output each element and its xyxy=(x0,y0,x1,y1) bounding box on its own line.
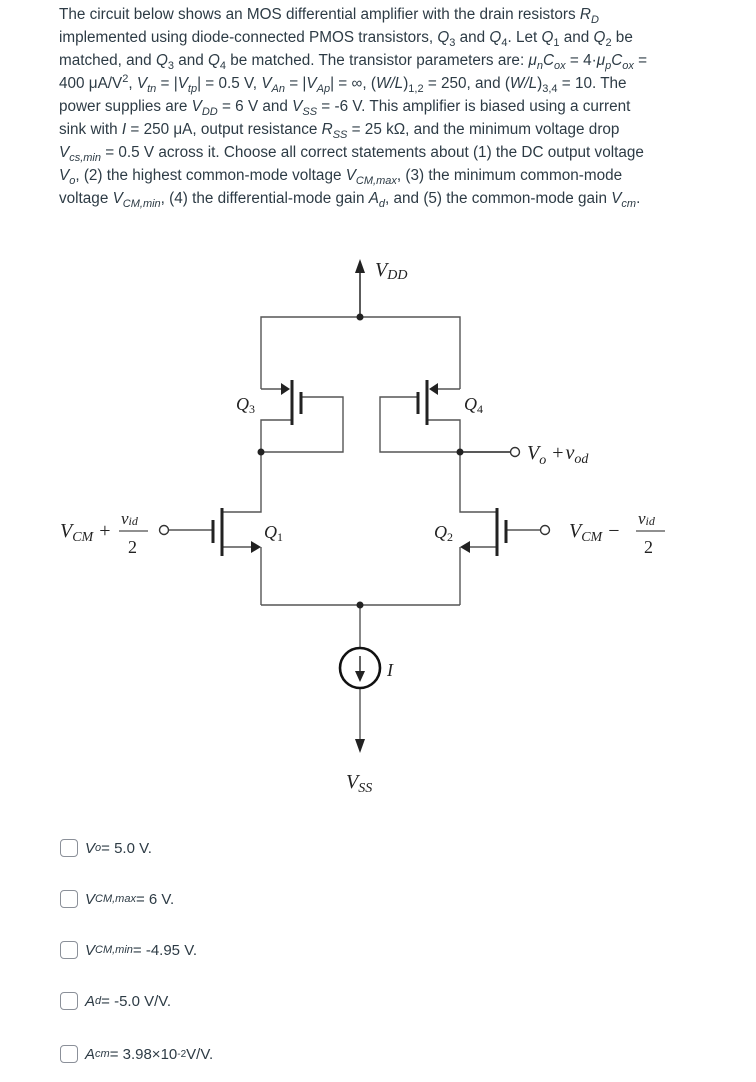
q4-drain-wire xyxy=(427,419,461,452)
q3-label: Q3 xyxy=(236,394,255,416)
vdd-label: VDD xyxy=(375,259,407,283)
input-terminal-right xyxy=(539,524,551,536)
junction-dot xyxy=(456,448,464,456)
vss-label: VSS xyxy=(346,771,372,796)
option-ad[interactable]: Ad = -5.0 V/V. xyxy=(60,992,171,1010)
q4-source-arrow-icon xyxy=(429,383,438,395)
junction-dot xyxy=(257,448,265,456)
q1-drain-wire xyxy=(222,452,262,513)
q2-drain-wire xyxy=(459,452,497,513)
vdd-rail xyxy=(260,316,461,389)
q4-label: Q4 xyxy=(464,394,483,416)
option-acm[interactable]: Acm = 3.98×10 -2 V/V. xyxy=(60,1045,213,1063)
option-vo[interactable]: Vo = 5.0 V. xyxy=(60,839,152,857)
output-terminal xyxy=(509,446,521,458)
option-vcm-min[interactable]: V CM,min = -4.95 V. xyxy=(60,941,197,959)
q2-label: Q2 xyxy=(434,522,453,544)
checkbox[interactable] xyxy=(60,992,78,1010)
checkbox[interactable] xyxy=(60,941,78,959)
checkbox[interactable] xyxy=(60,890,78,908)
q4-gate-wire xyxy=(379,396,460,453)
input-right-label: VCM − xyxy=(569,520,620,545)
vdd-arrow-icon xyxy=(355,259,365,273)
q3-source-arrow-icon xyxy=(281,383,290,395)
input-right-vid: vid xyxy=(638,509,656,528)
input-right-den: 2 xyxy=(644,537,653,557)
junction-dot xyxy=(356,601,364,609)
q1-source-arrow-icon xyxy=(251,541,261,553)
checkbox[interactable] xyxy=(60,839,78,857)
checkbox[interactable] xyxy=(60,1045,78,1063)
input-left-vid: vid xyxy=(121,509,139,528)
option-vcm-max[interactable]: V CM,max = 6 V. xyxy=(60,890,174,908)
current-arrow-icon xyxy=(355,671,365,682)
q3-drain-wire xyxy=(260,419,292,452)
current-label: I xyxy=(386,660,394,680)
junction-dot xyxy=(356,313,364,321)
output-label: Vo + vod xyxy=(527,442,589,468)
question-text: The circuit below shows an MOS different… xyxy=(59,6,648,211)
q2-source-arrow-icon xyxy=(460,541,470,553)
input-left-label: VCM + xyxy=(60,520,111,545)
q1-label: Q1 xyxy=(264,522,283,544)
input-left-den: 2 xyxy=(128,537,137,557)
input-terminal-left xyxy=(158,524,170,536)
vss-arrow-icon xyxy=(355,739,365,753)
circuit-diagram: VDD VSS I Q3 Q4 Q1 Q2 Vo + vod VCM + vid 2 … xyxy=(60,259,665,796)
